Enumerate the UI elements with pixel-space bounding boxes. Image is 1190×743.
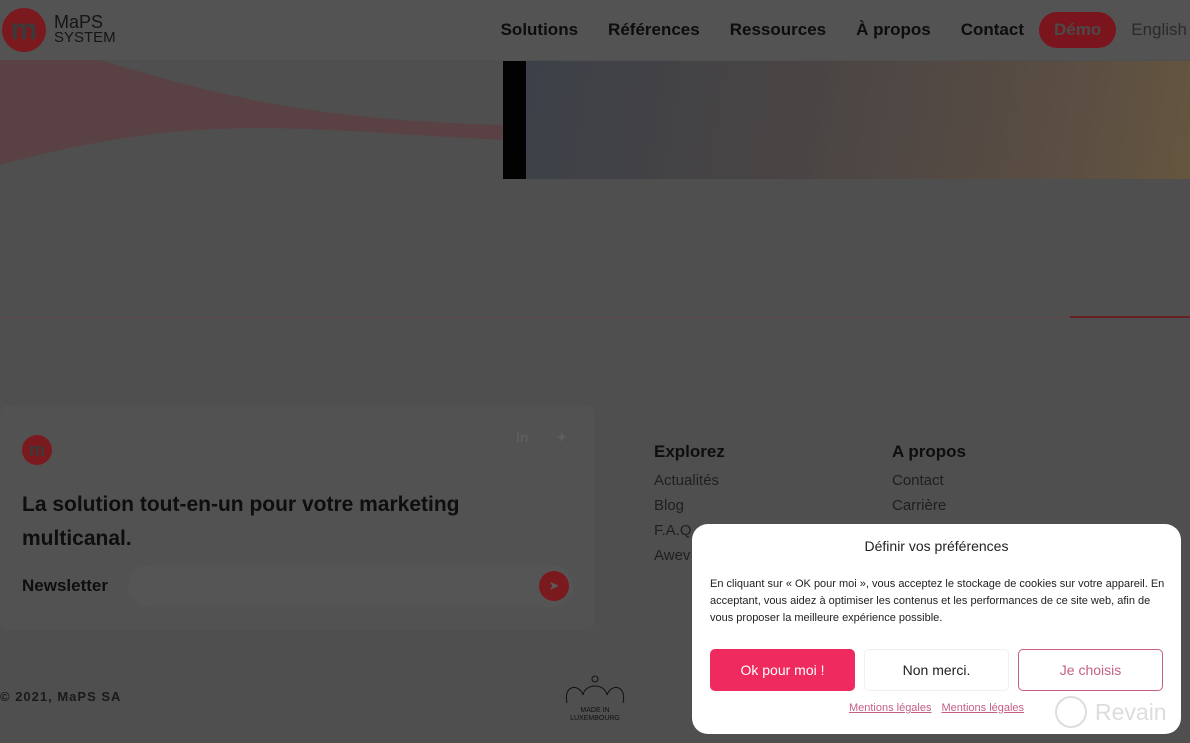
- newsletter-send-button[interactable]: ➤: [539, 571, 569, 601]
- decline-cookies-button[interactable]: Non merci.: [864, 649, 1009, 691]
- footer-col-about: A propos Contact Carrière: [892, 442, 966, 522]
- twitter-icon[interactable]: ✦: [556, 429, 568, 446]
- section-divider: [0, 317, 1190, 318]
- maps-logo[interactable]: m MaPS SYSTEM: [2, 8, 116, 52]
- nav-a-propos[interactable]: À propos: [856, 20, 931, 40]
- cookie-text: En cliquant sur « OK pour moi », vous ac…: [710, 578, 1165, 624]
- hero-wave-decoration: [0, 60, 503, 165]
- newsletter-label: Newsletter: [22, 576, 108, 595]
- logo-line2: SYSTEM: [54, 29, 116, 46]
- crown-icon: [565, 675, 625, 704]
- copyright: © 2021, MaPS SA: [0, 689, 122, 704]
- paper-plane-icon: ➤: [548, 578, 560, 593]
- linkedin-icon[interactable]: in: [516, 429, 528, 445]
- site-header: m MaPS SYSTEM Solutions Références Ressou…: [0, 0, 1190, 60]
- footer-card: m in ✦ La solution tout-en-un pour votre…: [0, 405, 595, 630]
- footer-tagline: La solution tout-en-un pour votre market…: [22, 493, 460, 550]
- footer-link-blog[interactable]: Blog: [654, 497, 725, 514]
- hero-image: [503, 61, 1190, 179]
- main-nav: Solutions Références Ressources À propos…: [501, 12, 1190, 48]
- footer-link-contact[interactable]: Contact: [892, 472, 966, 489]
- cookie-title: Définir vos préférences: [864, 538, 1009, 554]
- explore-heading: Explorez: [654, 442, 725, 461]
- language-switch[interactable]: English: [1131, 20, 1187, 40]
- accept-cookies-button[interactable]: Ok pour moi !: [710, 649, 855, 691]
- about-heading: A propos: [892, 442, 966, 461]
- accent-line: [1070, 316, 1190, 318]
- made-in-luxembourg-badge: MADE IN LUXEMBOURG: [563, 675, 627, 727]
- revain-text: Revain: [1095, 698, 1167, 725]
- footer-logo-icon[interactable]: m: [22, 435, 52, 465]
- revain-watermark: Revain: [1055, 696, 1167, 728]
- revain-logo-icon: [1055, 696, 1087, 728]
- nav-ressources[interactable]: Ressources: [730, 20, 826, 40]
- nav-references[interactable]: Références: [608, 20, 700, 40]
- footer-link-actualites[interactable]: Actualités: [654, 472, 725, 489]
- footer-link-carriere[interactable]: Carrière: [892, 497, 966, 514]
- logo-icon: m: [2, 8, 46, 52]
- nav-solutions[interactable]: Solutions: [501, 20, 578, 40]
- legal-notice-link-2[interactable]: Mentions légales: [942, 702, 1025, 714]
- demo-button[interactable]: Démo: [1039, 12, 1117, 48]
- customize-cookies-button[interactable]: Je choisis: [1018, 649, 1163, 691]
- hero-image-edge: [503, 61, 526, 179]
- nav-contact[interactable]: Contact: [961, 20, 1024, 40]
- newsletter-email-input[interactable]: [128, 565, 573, 607]
- legal-notice-link[interactable]: Mentions légales: [849, 702, 932, 714]
